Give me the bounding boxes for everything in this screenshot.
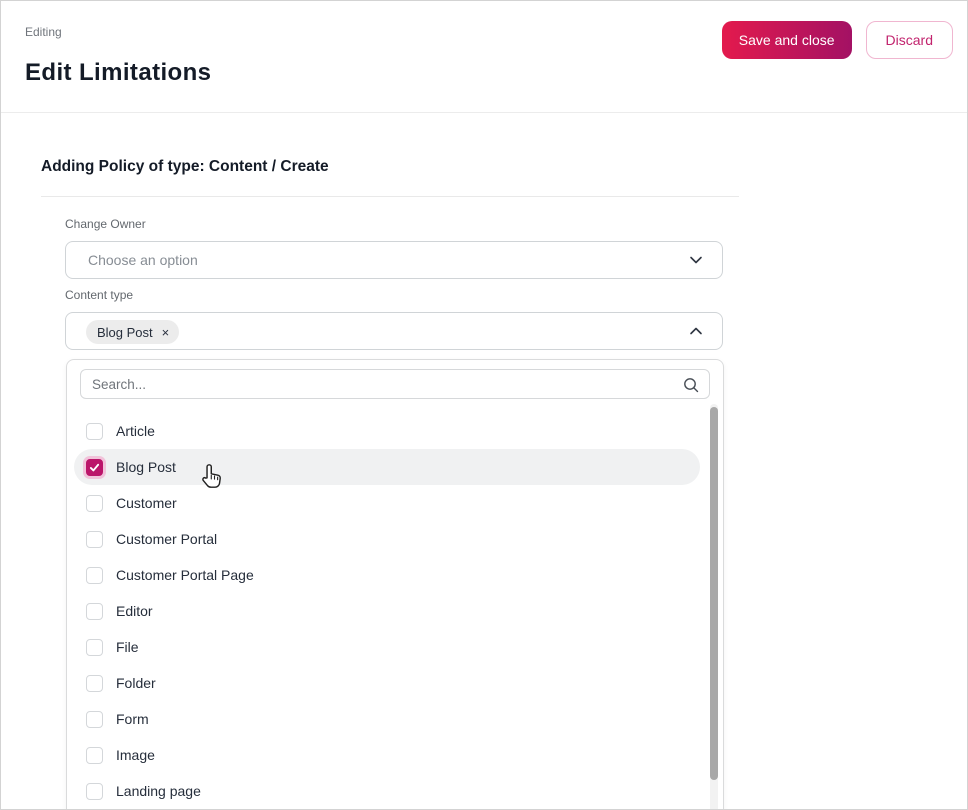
option-checkbox[interactable]	[86, 494, 103, 512]
content-type-dropdown-panel: Article Blog Post Customer Customer Port…	[66, 359, 724, 809]
content-type-option[interactable]: Form	[74, 701, 700, 737]
content-type-option[interactable]: Image	[74, 737, 700, 773]
option-checkbox[interactable]	[86, 422, 103, 440]
option-label: Image	[116, 747, 155, 763]
editing-status-label: Editing	[25, 25, 62, 39]
option-label: Form	[116, 711, 149, 727]
selected-content-type-chip[interactable]: Blog Post ×	[86, 320, 180, 344]
option-label: Folder	[116, 675, 156, 691]
search-icon	[682, 376, 700, 394]
content-type-label: Content type	[65, 288, 134, 302]
policy-section-heading: Adding Policy of type: Content / Create	[41, 158, 329, 175]
page-header: Editing Edit Limitations Save and close …	[1, 1, 967, 113]
content-type-option[interactable]: Customer	[74, 485, 700, 521]
save-and-close-button[interactable]: Save and close	[721, 21, 852, 59]
option-checkbox[interactable]	[86, 782, 103, 800]
header-actions: Save and close Discard	[721, 21, 953, 59]
page-title: Edit Limitations	[25, 59, 212, 86]
option-checkbox[interactable]	[86, 602, 103, 620]
option-checkbox[interactable]	[86, 566, 103, 584]
change-owner-select[interactable]: Choose an option	[65, 241, 723, 279]
option-checkbox[interactable]	[86, 530, 103, 548]
option-checkbox[interactable]	[86, 674, 103, 692]
search-field	[80, 369, 710, 399]
content-type-select[interactable]: Blog Post ×	[65, 312, 723, 350]
change-owner-placeholder: Choose an option	[88, 252, 198, 268]
option-checkbox[interactable]	[86, 710, 103, 728]
search-input[interactable]	[81, 370, 709, 398]
content-type-option[interactable]: Folder	[74, 665, 700, 701]
content-type-option[interactable]: Blog Post	[74, 449, 700, 485]
option-label: File	[116, 639, 139, 655]
chip-label: Blog Post	[97, 324, 153, 340]
scrollbar-thumb[interactable]	[710, 407, 718, 780]
content-type-option[interactable]: Editor	[74, 593, 700, 629]
content-type-option-list: Article Blog Post Customer Customer Port…	[67, 413, 723, 809]
option-label: Article	[116, 423, 155, 439]
content-type-option[interactable]: Article	[74, 413, 700, 449]
chip-remove-icon[interactable]: ×	[162, 326, 170, 339]
option-label: Customer	[116, 495, 177, 511]
section-divider	[41, 196, 739, 197]
option-checkbox[interactable]	[86, 638, 103, 656]
option-label: Editor	[116, 603, 153, 619]
content-type-option[interactable]: Landing page	[74, 773, 700, 809]
content-type-option[interactable]: File	[74, 629, 700, 665]
option-label: Landing page	[116, 783, 201, 799]
option-label: Customer Portal Page	[116, 567, 254, 583]
chevron-down-icon	[688, 252, 704, 268]
content-type-option[interactable]: Customer Portal	[74, 521, 700, 557]
content-type-option[interactable]: Customer Portal Page	[74, 557, 700, 593]
discard-button[interactable]: Discard	[865, 21, 953, 59]
option-label: Customer Portal	[116, 531, 218, 547]
edit-limitations-page: Editing Edit Limitations Save and close …	[0, 0, 968, 810]
option-checkbox[interactable]	[86, 458, 103, 476]
option-checkbox[interactable]	[86, 746, 103, 764]
option-label: Blog Post	[116, 459, 176, 475]
change-owner-label: Change Owner	[65, 217, 146, 231]
chevron-up-icon	[688, 323, 704, 339]
